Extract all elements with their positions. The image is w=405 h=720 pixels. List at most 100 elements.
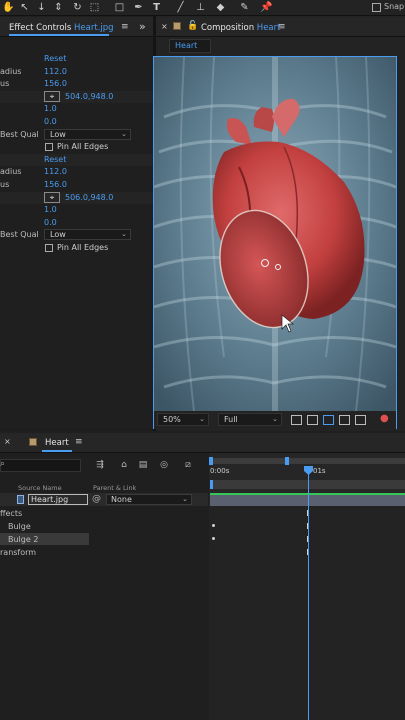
guides-icon[interactable] xyxy=(339,415,350,425)
pen-icon[interactable]: ✒ xyxy=(132,1,145,14)
effect-property-row[interactable]: 0.0 xyxy=(0,116,153,129)
zoom-icon[interactable]: ↖ xyxy=(18,1,31,14)
chevron-down-icon: ⌄ xyxy=(272,415,278,423)
rectangle-tool-icon[interactable]: □ xyxy=(113,1,126,14)
panel-menu-icon[interactable]: ≡ xyxy=(121,22,129,32)
resolution-dropdown[interactable]: Full ⌄ xyxy=(218,413,282,426)
keyframe-marker[interactable] xyxy=(212,524,215,527)
property-value[interactable]: 1.0 xyxy=(44,205,57,214)
draft-3d-icon[interactable]: ⌂ xyxy=(118,460,130,471)
reset-link[interactable]: Reset xyxy=(44,54,66,63)
color-channels-icon[interactable]: ● xyxy=(380,413,389,424)
effect-property-row[interactable]: Best Qual Low ⌄ xyxy=(0,229,153,242)
effect-property-row[interactable]: 1.0 xyxy=(0,204,153,217)
timeline-search-input[interactable] xyxy=(0,459,81,472)
pick-whip-icon[interactable]: @ xyxy=(92,494,101,504)
effect-property-row[interactable]: Pin All Edges xyxy=(0,242,153,255)
composition-icon xyxy=(173,22,181,30)
quality-dropdown[interactable]: Low ⌄ xyxy=(44,229,131,241)
effect-property-row[interactable]: 0.0 xyxy=(0,217,153,230)
pan-behind-icon[interactable]: ⇕ xyxy=(52,1,65,14)
property-label: Best Qual xyxy=(0,230,39,240)
effect-property-row[interactable]: us 156.0 xyxy=(0,78,153,91)
crosshair-icon[interactable]: ⌖ xyxy=(44,191,60,203)
stamp-icon[interactable]: ⊥ xyxy=(194,1,207,14)
composition-tab[interactable]: Composition Heart xyxy=(201,23,280,33)
property-value[interactable]: 1.0 xyxy=(44,104,57,113)
keyframe-marker[interactable] xyxy=(212,537,215,540)
center-value[interactable]: 504.0,948.0 xyxy=(65,92,113,101)
effect-property-row[interactable]: Reset xyxy=(0,153,153,167)
pin-all-edges-checkbox[interactable] xyxy=(45,244,53,252)
bulge-2-effect[interactable]: Bulge 2 xyxy=(8,535,38,544)
snapshot-icon[interactable] xyxy=(355,415,366,425)
snap-checkbox[interactable] xyxy=(372,3,381,12)
effect-property-row[interactable]: ⌖ 506.0,948.0 xyxy=(0,191,153,205)
transparency-grid-icon[interactable] xyxy=(307,415,318,425)
zoom-dropdown[interactable]: 50% ⌄ xyxy=(157,413,209,426)
effect-property-row[interactable]: ⌖ 504.0,948.0 xyxy=(0,90,153,104)
effect-property-row[interactable]: Pin All Edges xyxy=(0,141,153,154)
timeline-tab[interactable]: Heart xyxy=(45,438,69,448)
graph-editor-icon[interactable]: ⧄ xyxy=(182,460,194,471)
transform-group[interactable]: ransform xyxy=(0,548,36,557)
reset-link[interactable]: Reset xyxy=(44,155,66,164)
panel-menu-icon[interactable]: ≡ xyxy=(278,22,286,32)
lock-icon[interactable]: 🔓 xyxy=(187,21,198,31)
parent-value: None xyxy=(111,495,132,504)
mask-visibility-icon[interactable] xyxy=(323,415,334,425)
parent-dropdown[interactable]: None ⌄ xyxy=(106,494,192,505)
shy-layers-icon[interactable]: ▤ xyxy=(137,460,149,471)
arrow-icon[interactable]: ↓ xyxy=(35,1,48,14)
motion-blur-icon[interactable]: ◎ xyxy=(158,460,170,471)
effect-property-row[interactable]: adius 112.0 xyxy=(0,166,153,179)
type-tool-icon[interactable]: T xyxy=(150,1,163,14)
center-value[interactable]: 506.0,948.0 xyxy=(65,193,113,202)
composition-viewer[interactable] xyxy=(154,57,396,411)
time-navigator[interactable] xyxy=(210,458,405,464)
pin-all-edges-checkbox[interactable] xyxy=(45,143,53,152)
bulge-effect[interactable]: Bulge xyxy=(8,522,31,531)
eraser-icon[interactable]: ◆ xyxy=(214,1,227,14)
effect-property-row[interactable]: adius 112.0 xyxy=(0,66,153,79)
parent-link-column-header[interactable]: Parent & Link xyxy=(93,484,136,492)
rotate-icon[interactable]: ↻ xyxy=(71,1,84,14)
panel-expand-icon[interactable]: » xyxy=(139,20,146,33)
source-name-column-header[interactable]: Source Name xyxy=(18,484,62,492)
effect-property-row[interactable]: 1.0 xyxy=(0,103,153,116)
effect-controls-tab[interactable]: Effect Controls Heart.jpg xyxy=(9,23,114,33)
effect-controls-tab-file: Heart.jpg xyxy=(74,23,114,33)
camera-icon[interactable]: ⬚ xyxy=(88,1,101,14)
composition-icon xyxy=(29,438,37,446)
playhead-line[interactable] xyxy=(308,469,309,720)
property-value[interactable]: 0.0 xyxy=(44,218,57,227)
property-value[interactable]: 0.0 xyxy=(44,117,57,126)
effects-group[interactable]: ffects xyxy=(0,509,22,518)
brush-icon[interactable]: ╱ xyxy=(174,1,187,14)
property-value[interactable]: 156.0 xyxy=(44,79,67,88)
effect-property-row[interactable]: us 156.0 xyxy=(0,179,153,192)
crosshair-icon[interactable]: ⌖ xyxy=(44,90,60,102)
property-value[interactable]: 112.0 xyxy=(44,167,67,176)
work-area-start-handle[interactable] xyxy=(210,480,213,489)
effect-property-row[interactable]: Best Qual Low ⌄ xyxy=(0,128,153,142)
close-icon[interactable]: × xyxy=(161,22,168,31)
pin-all-edges-label: Pin All Edges xyxy=(57,243,109,252)
puppet-pin-icon[interactable]: 📌 xyxy=(260,1,273,14)
composition-subtab[interactable]: Heart xyxy=(169,39,211,53)
region-of-interest-icon[interactable] xyxy=(291,415,302,425)
effect-property-row[interactable]: Reset xyxy=(0,53,153,66)
panel-menu-icon[interactable]: ≡ xyxy=(75,437,83,447)
search-icon: ⌕ xyxy=(0,459,6,469)
quality-dropdown[interactable]: Low ⌄ xyxy=(44,128,131,140)
property-value[interactable]: 156.0 xyxy=(44,180,67,189)
property-value[interactable]: 112.0 xyxy=(44,67,67,76)
roto-brush-icon[interactable]: ✎ xyxy=(238,1,251,14)
comp-mini-flowchart-icon[interactable]: ⇶ xyxy=(94,460,106,471)
effect-controls-tab-prefix: Effect Controls xyxy=(9,23,75,33)
navigator-end-handle[interactable] xyxy=(285,457,289,465)
close-icon[interactable]: × xyxy=(4,437,11,446)
hand-icon[interactable]: ✋ xyxy=(2,1,15,14)
layer-name[interactable]: Heart.jpg xyxy=(28,494,88,505)
navigator-start-handle[interactable] xyxy=(209,457,213,465)
